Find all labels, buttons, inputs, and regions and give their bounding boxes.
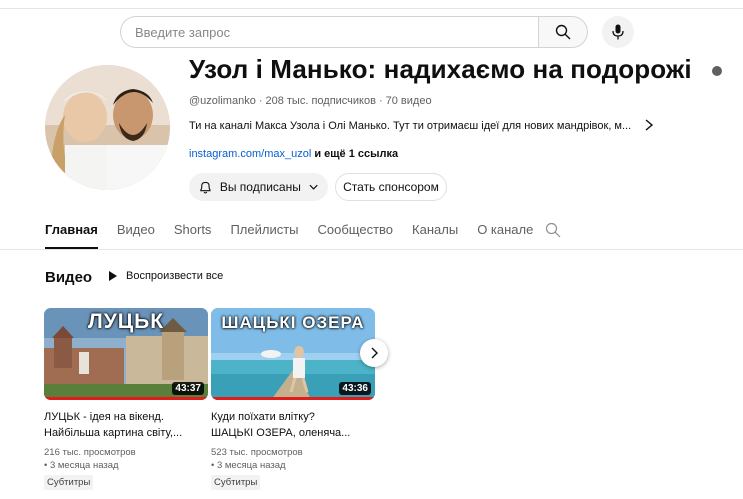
video-card[interactable]: ШАЦЬКІ ОЗЕРА 43:36 Куди поїхати влітку? …	[211, 308, 375, 490]
watch-progress-bar	[211, 397, 375, 400]
play-all-button[interactable]: Воспроизвести все	[109, 270, 223, 282]
avatar-photo	[45, 65, 170, 190]
video-duration: 43:37	[172, 382, 204, 395]
subtitles-badge: Субтитры	[44, 475, 94, 490]
video-title-line: Куди поїхати влітку?	[211, 411, 315, 423]
chevron-right-icon[interactable]	[643, 118, 655, 132]
subtitles-badge: Субтитры	[211, 475, 261, 490]
tab-home[interactable]: Главная	[45, 222, 98, 249]
video-title-line: ЛУЦЬК - ідея на вікенд.	[44, 411, 164, 423]
search-bar: Введите запрос	[120, 16, 588, 48]
video-meta: 523 тыс. просмотров • 3 месяца назад Суб…	[211, 446, 375, 490]
microphone-icon	[612, 24, 624, 40]
channel-search-icon[interactable]	[545, 222, 561, 238]
video-thumbnail[interactable]: ЛУЦЬК 43:37	[44, 308, 208, 400]
thumbnail-title: ЛУЦЬК	[87, 310, 165, 333]
video-meta: 216 тыс. просмотров • 3 месяца назад Суб…	[44, 446, 208, 490]
channel-description[interactable]: Ти на каналі Макса Узола і Олі Манько. Т…	[189, 120, 634, 132]
search-input[interactable]: Введите запрос	[120, 16, 538, 48]
chevron-right-icon	[371, 347, 378, 359]
video-title-line: ШАЦЬКІ ОЗЕРА, оленяча...	[211, 427, 351, 439]
play-icon	[109, 271, 117, 281]
tab-channels[interactable]: Каналы	[412, 222, 458, 249]
tabs-divider	[0, 249, 743, 250]
subscribed-label: Вы подписаны	[219, 180, 301, 194]
channel-meta: @uzolimanko · 208 тыс. подписчиков · 70 виде…	[189, 95, 432, 107]
video-title[interactable]: ЛУЦЬК - ідея на вікенд. Найбільша картин…	[44, 409, 208, 441]
tab-videos[interactable]: Видео	[117, 222, 155, 249]
search-button[interactable]	[537, 16, 588, 48]
tab-about[interactable]: О канале	[477, 222, 533, 249]
sponsor-button[interactable]: Стать спонсором	[335, 173, 447, 201]
video-title[interactable]: Куди поїхати влітку? ШАЦЬКІ ОЗЕРА, оленя…	[211, 409, 375, 441]
view-count: 523 тыс. просмотров	[211, 447, 303, 458]
subscribed-button[interactable]: Вы подписаны	[189, 173, 328, 201]
more-links[interactable]: и ещё 1 ссылка	[314, 148, 398, 160]
verified-icon	[712, 66, 722, 76]
voice-search-button[interactable]	[602, 16, 634, 48]
tab-community[interactable]: Сообщество	[318, 222, 394, 249]
thumbnail-title: ШАЦЬКІ ОЗЕРА	[221, 313, 365, 332]
subscriber-count: 208 тыс. подписчиков	[265, 95, 376, 107]
video-duration: 43:36	[339, 382, 371, 395]
instagram-link[interactable]: instagram.com/max_uzol	[189, 148, 311, 160]
watch-progress-bar	[44, 397, 208, 400]
tab-shorts[interactable]: Shorts	[174, 222, 212, 249]
search-icon	[555, 24, 571, 40]
video-card[interactable]: ЛУЦЬК 43:37 ЛУЦЬК - ідея на вікенд. Найб…	[44, 308, 208, 490]
tab-playlists[interactable]: Плейлисты	[230, 222, 298, 249]
bell-icon	[200, 181, 211, 194]
upload-age: • 3 месяца назад	[211, 460, 286, 471]
channel-tabs: Главная Видео Shorts Плейлисты Сообществ…	[45, 222, 552, 249]
video-count: 70 видео	[385, 95, 432, 107]
video-title-line: Найбільша картина світу,...	[44, 427, 183, 439]
channel-links: instagram.com/max_uzol и ещё 1 ссылка	[189, 148, 398, 160]
chevron-down-icon	[309, 184, 318, 190]
channel-avatar[interactable]	[45, 65, 170, 190]
carousel-next-button[interactable]	[360, 339, 388, 367]
play-all-label: Воспроизвести все	[126, 270, 224, 282]
channel-handle: @uzolimanko	[189, 95, 256, 107]
sponsor-label: Стать спонсором	[343, 180, 439, 194]
top-divider	[0, 8, 743, 9]
video-thumbnail[interactable]: ШАЦЬКІ ОЗЕРА 43:36	[211, 308, 375, 400]
upload-age: • 3 месяца назад	[44, 460, 119, 471]
section-title: Видео	[45, 269, 93, 286]
channel-name: Узол і Манько: надихаємо на подорожі	[189, 54, 692, 84]
view-count: 216 тыс. просмотров	[44, 447, 136, 458]
